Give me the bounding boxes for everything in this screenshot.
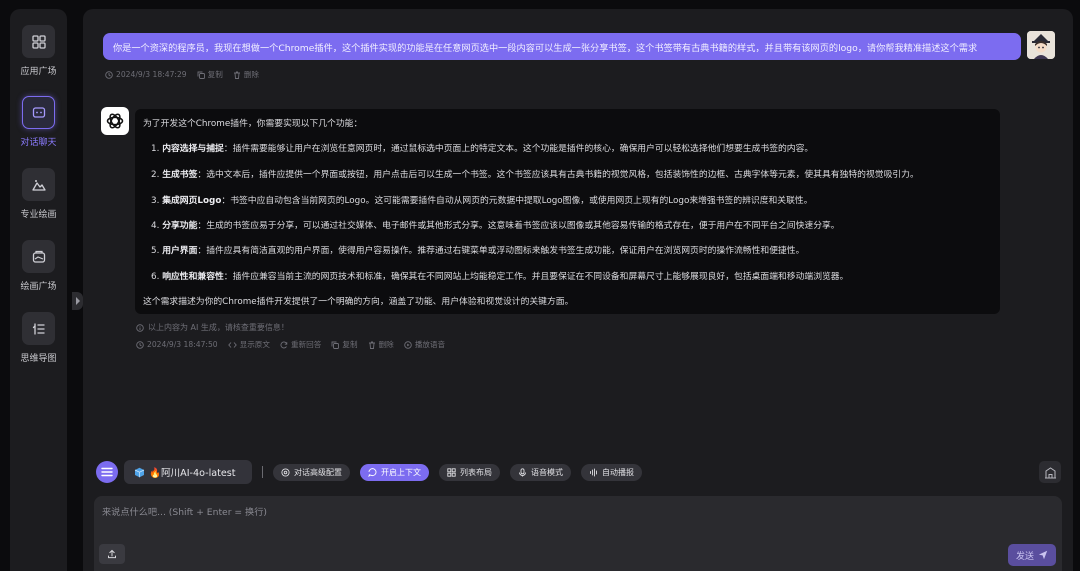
building-icon [1044, 466, 1056, 478]
list-layout-icon [447, 467, 456, 477]
sidebar-item-label: 绘画广场 [20, 282, 57, 292]
bot-message-meta: 2024/9/3 18:47:50 显示原文 重新回答 复制 删除 播放语音 [136, 339, 445, 350]
sidebar-item-label: 专业绘画 [20, 210, 57, 220]
sidebar: 应用广场 对话聊天 专业绘画 绘画广场 思维导图 [10, 9, 67, 571]
list-item: 6. 响应性和兼容性：插件应兼容当前主流的网页技术和标准，确保其在不同网站上均能… [151, 272, 849, 282]
user-delete-button[interactable]: 删除 [233, 69, 259, 80]
send-button[interactable]: 发送 [1008, 544, 1056, 566]
broadcast-icon [590, 468, 597, 476]
user-avatar [1027, 31, 1055, 59]
sidebar-collapse-toggle[interactable] [72, 292, 83, 310]
trash-icon [368, 341, 375, 349]
chevron-right-icon [75, 297, 80, 305]
cube-icon [134, 467, 145, 477]
mindmap-icon [22, 312, 55, 345]
sidebar-item-chat[interactable]: 对话聊天 [10, 96, 67, 148]
toolbar-divider [262, 466, 263, 478]
user-message-bubble: 你是一个资深的程序员，我现在想做一个Chrome插件，这个插件实现的功能是在任意… [103, 33, 1021, 60]
bot-message-timestamp: 2024/9/3 18:47:50 [147, 340, 218, 349]
auto-broadcast-button[interactable]: 自动播报 [581, 463, 642, 481]
sidebar-item-mindmap[interactable]: 思维导图 [10, 312, 67, 364]
upload-button[interactable] [99, 544, 125, 564]
list-item: 2. 生成书签：选中文本后，插件应提供一个界面或按钮，用户点击后可以生成一个书签… [151, 170, 919, 180]
context-icon [368, 467, 377, 477]
clock-icon [105, 70, 113, 79]
show-source-button[interactable]: 显示原文 [227, 339, 270, 350]
upload-icon [108, 549, 116, 559]
list-item: 4. 分享功能：生成的书签应易于分享，可以通过社交媒体、电子邮件或其他形式分享。… [151, 221, 840, 231]
menu-icon [101, 467, 113, 477]
copy-icon [331, 341, 340, 349]
model-name: 🔥阿川AI-4o-latest [149, 468, 236, 479]
chat-icon [22, 96, 55, 129]
clock-icon [136, 340, 144, 349]
user-copy-button[interactable]: 复制 [197, 69, 223, 80]
send-icon [1038, 550, 1048, 560]
model-selector[interactable]: 🔥阿川AI-4o-latest [124, 460, 252, 484]
user-message-timestamp: 2024/9/3 18:47:29 [116, 70, 187, 79]
user-message-meta: 2024/9/3 18:47:29 复制 删除 [105, 69, 259, 80]
refresh-icon [280, 341, 288, 348]
bot-intro-text: 为了开发这个Chrome插件，你需要实现以下几个功能： [143, 119, 363, 129]
bot-message-bubble: 为了开发这个Chrome插件，你需要实现以下几个功能： 1. 内容选择与捕捉：插… [135, 109, 1000, 314]
bot-copy-button[interactable]: 复制 [331, 339, 358, 350]
list-item: 3. 集成网页Logo：书签中应自动包含当前网页的Logo。这可能需要插件自动从… [151, 196, 813, 206]
message-input[interactable] [102, 504, 1002, 530]
sidebar-item-label: 对话聊天 [20, 138, 57, 148]
sidebar-item-pro-painting[interactable]: 专业绘画 [10, 168, 67, 220]
bot-delete-button[interactable]: 删除 [368, 339, 394, 350]
workspace-button[interactable] [1039, 461, 1061, 483]
bot-outro-text: 这个需求描述为你的Chrome插件开发提供了一个明确的方向，涵盖了功能、用户体验… [143, 297, 574, 307]
copy-icon [197, 71, 205, 79]
sidebar-item-label: 应用广场 [20, 67, 57, 77]
list-layout-button[interactable]: 列表布局 [439, 463, 500, 481]
bot-avatar [101, 107, 129, 135]
play-icon [404, 340, 412, 349]
chat-panel: 你是一个资深的程序员，我现在想做一个Chrome插件，这个插件实现的功能是在任意… [83, 9, 1073, 571]
ai-disclaimer: 以上内容为 AI 生成，请核查重要信息！ [136, 322, 289, 333]
info-icon [136, 323, 144, 332]
play-voice-button[interactable]: 播放语音 [404, 339, 445, 350]
user-message-text: 你是一个资深的程序员，我现在想做一个Chrome插件，这个插件实现的功能是在任意… [113, 42, 978, 54]
settings-icon [281, 467, 290, 477]
mic-icon [519, 467, 526, 476]
mountain-icon [22, 168, 55, 201]
sidebar-item-painting-plaza[interactable]: 绘画广场 [10, 240, 67, 292]
gallery-icon [22, 240, 55, 273]
trash-icon [233, 71, 240, 79]
message-composer: 发送 [94, 496, 1062, 571]
menu-button[interactable] [96, 461, 118, 483]
app-root: 应用广场 对话聊天 专业绘画 绘画广场 思维导图 你是一个资深的程序员，我现在想… [0, 0, 1080, 571]
advanced-config-button[interactable]: 对话高级配置 [273, 463, 350, 481]
voice-mode-button[interactable]: 语音模式 [510, 463, 571, 481]
sidebar-item-label: 思维导图 [20, 354, 57, 364]
grid-icon [22, 25, 55, 58]
regenerate-button[interactable]: 重新回答 [280, 339, 321, 350]
openai-logo-icon [106, 113, 124, 129]
list-item: 5. 用户界面：插件应具有简洁直观的用户界面，使得用户容易操作。推荐通过右键菜单… [151, 246, 805, 256]
sidebar-item-app-plaza[interactable]: 应用广场 [10, 25, 67, 77]
context-toggle-button[interactable]: 开启上下文 [360, 463, 429, 481]
code-icon [227, 341, 237, 348]
chat-toolbar: 🔥阿川AI-4o-latest 对话高级配置 开启上下文 列表布局 语音模式 自… [96, 460, 652, 484]
list-item: 1. 内容选择与捕捉：插件需要能够让用户在浏览任意网页时，通过鼠标选中页面上的特… [151, 144, 814, 154]
